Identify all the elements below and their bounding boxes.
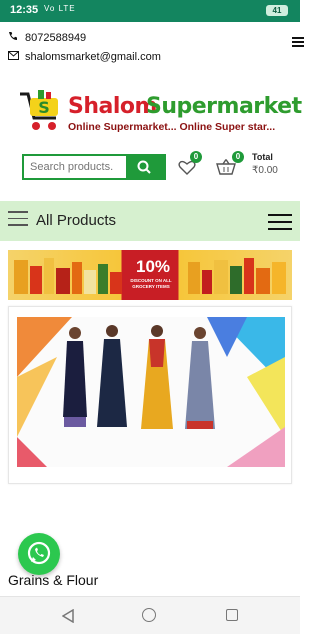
cart-total-value: ₹0.00	[252, 165, 278, 176]
back-icon[interactable]	[62, 609, 74, 623]
recent-apps-icon[interactable]	[226, 609, 238, 621]
store-logo[interactable]: S Shalom Supermarket Online Supermarket.…	[18, 88, 302, 140]
wishlist-button[interactable]: 0	[178, 151, 202, 176]
email-address[interactable]: shalomsmarket@gmail.com	[25, 51, 161, 63]
whatsapp-icon	[27, 541, 51, 565]
cart-total-label: Total	[252, 152, 273, 162]
promo-discount: 10%	[136, 257, 171, 276]
phone-contact[interactable]: 8072588949	[8, 31, 86, 44]
svg-text:S: S	[38, 98, 50, 117]
whatsapp-button[interactable]	[18, 533, 60, 575]
banner-card	[8, 306, 292, 484]
battery-indicator: 41	[266, 5, 288, 16]
category-list-icon	[8, 211, 28, 231]
search-icon	[137, 160, 151, 174]
cart-logo-icon: S	[20, 90, 58, 130]
search-bar	[22, 154, 166, 180]
all-products-title[interactable]: All Products	[36, 212, 116, 229]
search-button[interactable]	[126, 156, 164, 178]
top-menu-icon[interactable]	[292, 37, 304, 47]
hamburger-menu-icon[interactable]	[268, 214, 292, 235]
home-icon[interactable]	[142, 608, 156, 622]
brand-name-part1: Shalom	[68, 94, 157, 119]
phone-icon	[8, 31, 20, 44]
signal-indicator: Vo LTE	[44, 4, 76, 13]
fashion-banner[interactable]	[17, 317, 285, 467]
status-bar: 12:35 Vo LTE 41	[0, 0, 300, 22]
all-products-bar[interactable]: All Products	[0, 201, 300, 241]
brand-tagline: Online Supermarket... Online Super star.…	[68, 121, 276, 133]
mail-icon	[8, 51, 20, 63]
status-time: 12:35	[10, 4, 39, 16]
cart-count-badge: 0	[232, 151, 244, 163]
brand-name-part2: Supermarket	[146, 94, 302, 119]
email-contact[interactable]: shalomsmarket@gmail.com	[8, 51, 161, 63]
search-input[interactable]	[24, 156, 128, 178]
android-nav-bar	[0, 596, 300, 634]
promo-subtext: DISCOUNT ON ALL GROCERY ITEMS	[130, 278, 172, 289]
cart-button[interactable]: 0	[216, 151, 244, 175]
phone-number[interactable]: 8072588949	[25, 32, 86, 44]
wishlist-count-badge: 0	[190, 151, 202, 163]
grocery-promo-banner[interactable]: 10% DISCOUNT ON ALL GROCERY ITEMS	[8, 250, 292, 300]
kurti-models-illustration	[17, 317, 285, 467]
